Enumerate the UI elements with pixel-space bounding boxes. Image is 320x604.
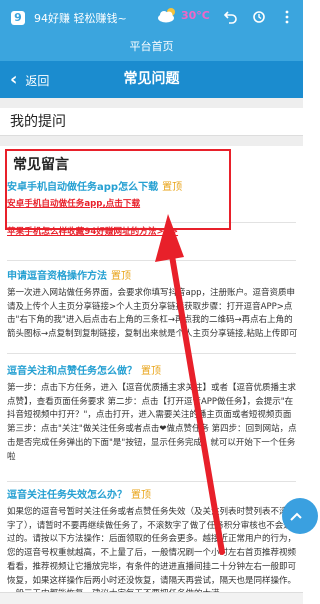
my-questions-section[interactable]: 我的提问 bbox=[0, 108, 303, 136]
divider bbox=[7, 481, 296, 482]
faq-question-text[interactable]: 逗音关注和点赞任务怎么做？ bbox=[7, 366, 137, 377]
faq-item[interactable]: 逗音关注和点赞任务怎么做？ 置顶 第一步：点击下方任务，进入【逗音优质播主求关注】… bbox=[7, 365, 300, 464]
spacer bbox=[0, 98, 303, 108]
faq-answer: 第一次进入网站做任务界面，会要求你填写抖音app，注册账户。逗音资质申请及上传个… bbox=[7, 288, 298, 340]
app-title: 94好赚 轻松赚钱~ bbox=[34, 11, 127, 25]
faq-question-text[interactable]: 逗音关注任务失效怎么办？ bbox=[7, 490, 127, 501]
app-logo-icon: 9 bbox=[11, 10, 25, 25]
faq-item[interactable]: 申请逗音资格操作方法 置顶 第一次进入网站做任务界面，会要求你填写抖音app，注册… bbox=[7, 270, 300, 342]
more-vertical-icon[interactable] bbox=[278, 8, 296, 26]
refresh-icon[interactable] bbox=[250, 8, 268, 26]
divider bbox=[7, 353, 296, 354]
platform-nav: 平台首页 bbox=[0, 35, 303, 61]
pinned-tag: 置顶 bbox=[111, 271, 131, 282]
weather-widget: 30°C bbox=[157, 7, 210, 23]
floating-action-button[interactable] bbox=[282, 498, 318, 534]
faq-answer: 第一步：点击下方任务，进入【逗音优质播主求关注】或者【逗音优质播主求点赞】，查看… bbox=[7, 383, 297, 462]
bottom-bar bbox=[0, 592, 303, 604]
chevron-left-icon: ‹ bbox=[10, 69, 18, 90]
status-bar: 9 94好赚 轻松赚钱~ 30°C bbox=[0, 0, 303, 35]
temperature-text: 30°C bbox=[181, 8, 210, 22]
highlight-annotation-box bbox=[5, 149, 231, 230]
pinned-tag: 置顶 bbox=[141, 366, 161, 377]
back-label: 返回 bbox=[25, 73, 50, 88]
faq-answer: 如果您的逗音号暂时关注任务或者点赞任务失效（及关注列表时赞列表不滚数字了），请暂… bbox=[7, 507, 297, 599]
platform-home-link[interactable]: 平台首页 bbox=[0, 35, 303, 59]
faq-question[interactable]: 逗音关注和点赞任务怎么做？ 置顶 bbox=[7, 365, 300, 379]
divider bbox=[7, 260, 296, 261]
back-button[interactable]: ‹ 返回 bbox=[10, 69, 49, 91]
page-header: 常见问题 ‹ 返回 bbox=[0, 61, 303, 98]
faq-question[interactable]: 逗音关注任务失效怎么办？ 置顶 bbox=[7, 489, 300, 503]
my-questions-title: 我的提问 bbox=[10, 114, 66, 130]
faq-question[interactable]: 申请逗音资格操作方法 置顶 bbox=[7, 270, 300, 284]
faq-question-text[interactable]: 申请逗音资格操作方法 bbox=[7, 271, 107, 282]
cloud-sun-icon bbox=[157, 7, 179, 23]
spacer bbox=[0, 136, 303, 146]
pinned-tag: 置顶 bbox=[131, 490, 151, 501]
faq-item[interactable]: 逗音关注任务失效怎么办？ 置顶 如果您的逗音号暂时关注任务或者点赞任务失效（及关注… bbox=[7, 489, 300, 602]
back-arrow-icon[interactable] bbox=[222, 8, 240, 26]
